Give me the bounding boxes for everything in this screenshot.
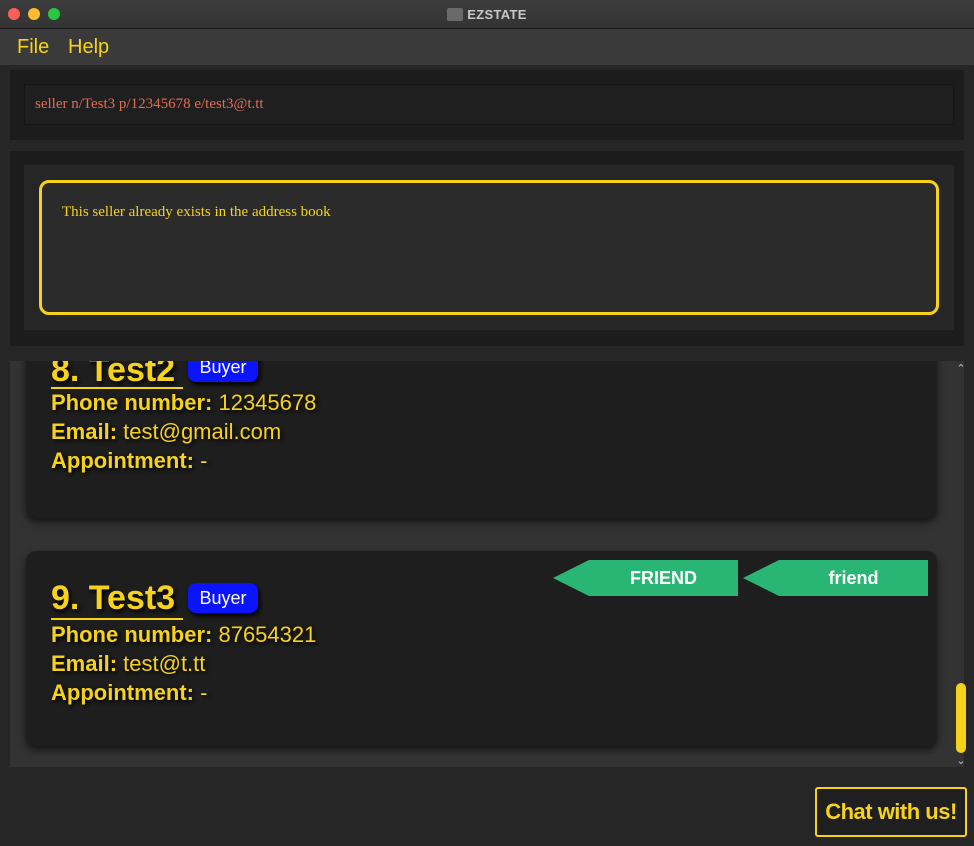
phone-label: Phone number: — [51, 390, 213, 415]
phone-field: Phone number: 87654321 — [51, 622, 316, 648]
email-value: test@t.tt — [123, 651, 206, 676]
appointment-label: Appointment: — [51, 680, 194, 705]
email-label: Email: — [51, 651, 118, 676]
email-label: Email: — [51, 419, 118, 444]
appointment-field: Appointment: - — [51, 448, 207, 474]
result-message: This seller already exists in the addres… — [39, 180, 939, 315]
role-badge: Buyer — [188, 361, 258, 382]
tag-friend-upper: FRIEND — [553, 560, 738, 596]
appointment-value: - — [200, 680, 208, 705]
app-icon — [447, 8, 464, 21]
command-input[interactable]: seller n/Test3 p/12345678 e/test3@t.tt — [24, 84, 954, 125]
person-name: 9. Test3 — [51, 579, 176, 617]
phone-label: Phone number: — [51, 622, 213, 647]
email-value: test@gmail.com — [123, 419, 282, 444]
tag-friend-lower: friend — [743, 560, 928, 596]
chat-with-us-button[interactable]: Chat with us! — [815, 787, 967, 837]
phone-value: 12345678 — [218, 390, 317, 415]
scroll-up-arrow-icon[interactable]: ⌃ — [954, 362, 968, 375]
person-list[interactable]: 8. Test2 Buyer Phone number: 12345678 Em… — [10, 361, 964, 767]
email-field: Email: test@gmail.com — [51, 419, 281, 445]
scroll-down-arrow-icon[interactable]: ⌄ — [954, 754, 968, 767]
appointment-label: Appointment: — [51, 448, 194, 473]
phone-value: 87654321 — [218, 622, 317, 647]
appointment-field: Appointment: - — [51, 680, 207, 706]
menu-help[interactable]: Help — [68, 36, 109, 59]
email-field: Email: test@t.tt — [51, 651, 205, 677]
window-title-text: EZSTATE — [467, 7, 527, 22]
role-badge: Buyer — [188, 583, 258, 613]
menu-file[interactable]: File — [17, 36, 49, 59]
window-title: EZSTATE — [0, 7, 974, 22]
person-card[interactable]: 8. Test2 Buyer Phone number: 12345678 Em… — [26, 361, 937, 518]
person-card[interactable]: 9. Test3 Buyer FRIEND friend Phone numbe… — [26, 551, 937, 746]
name-underline — [51, 618, 183, 620]
window-titlebar: EZSTATE — [0, 0, 974, 29]
appointment-value: - — [200, 448, 208, 473]
phone-field: Phone number: 12345678 — [51, 390, 316, 416]
scrollbar-thumb[interactable] — [956, 683, 966, 753]
name-underline — [51, 387, 183, 389]
menu-bar: File Help — [0, 29, 974, 65]
person-name: 8. Test2 — [51, 361, 176, 389]
